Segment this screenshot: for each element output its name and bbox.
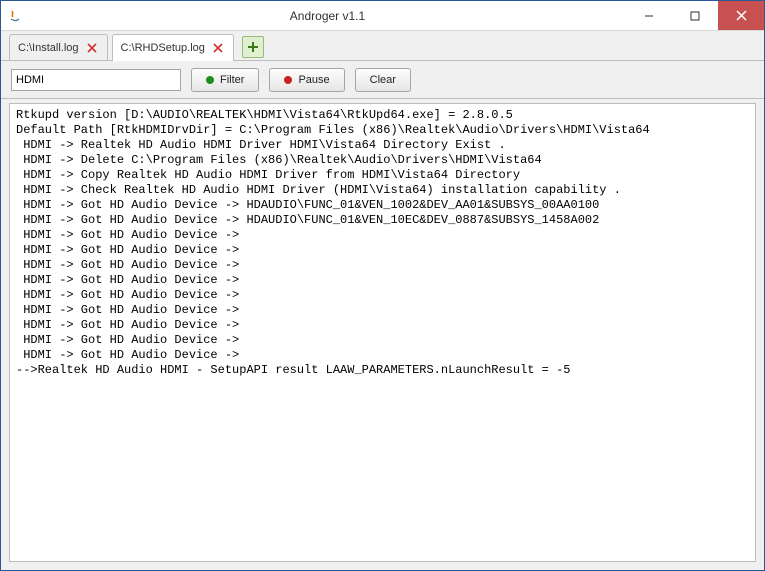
- maximize-button[interactable]: [672, 1, 718, 30]
- add-tab-button[interactable]: [242, 36, 264, 58]
- content-wrap: Rtkupd version [D:\AUDIO\REALTEK\HDMI\Vi…: [1, 99, 764, 570]
- tab-install-log[interactable]: C:\Install.log: [9, 34, 108, 60]
- button-label: Pause: [298, 74, 329, 86]
- close-icon[interactable]: [85, 41, 99, 55]
- tab-label: C:\RHDSetup.log: [121, 42, 205, 54]
- pause-button[interactable]: Pause: [269, 68, 344, 92]
- close-button[interactable]: [718, 1, 764, 30]
- button-label: Filter: [220, 74, 244, 86]
- clear-button[interactable]: Clear: [355, 68, 411, 92]
- plus-icon: [247, 41, 259, 53]
- log-content[interactable]: Rtkupd version [D:\AUDIO\REALTEK\HDMI\Vi…: [9, 103, 756, 562]
- java-icon: [7, 8, 23, 24]
- red-dot-icon: [284, 76, 292, 84]
- minimize-button[interactable]: [626, 1, 672, 30]
- green-dot-icon: [206, 76, 214, 84]
- window-title: Androger v1.1: [29, 9, 626, 23]
- toolbar: Filter Pause Clear: [1, 61, 764, 99]
- app-window: Androger v1.1 C:\Install.log C:\RHDSetup…: [0, 0, 765, 571]
- filter-button[interactable]: Filter: [191, 68, 259, 92]
- tab-label: C:\Install.log: [18, 42, 79, 54]
- tab-bar: C:\Install.log C:\RHDSetup.log: [1, 31, 764, 61]
- titlebar: Androger v1.1: [1, 1, 764, 31]
- close-icon[interactable]: [211, 41, 225, 55]
- filter-input[interactable]: [11, 69, 181, 91]
- tab-rhdsetup-log[interactable]: C:\RHDSetup.log: [112, 34, 234, 61]
- window-controls: [626, 1, 764, 30]
- button-label: Clear: [370, 74, 396, 86]
